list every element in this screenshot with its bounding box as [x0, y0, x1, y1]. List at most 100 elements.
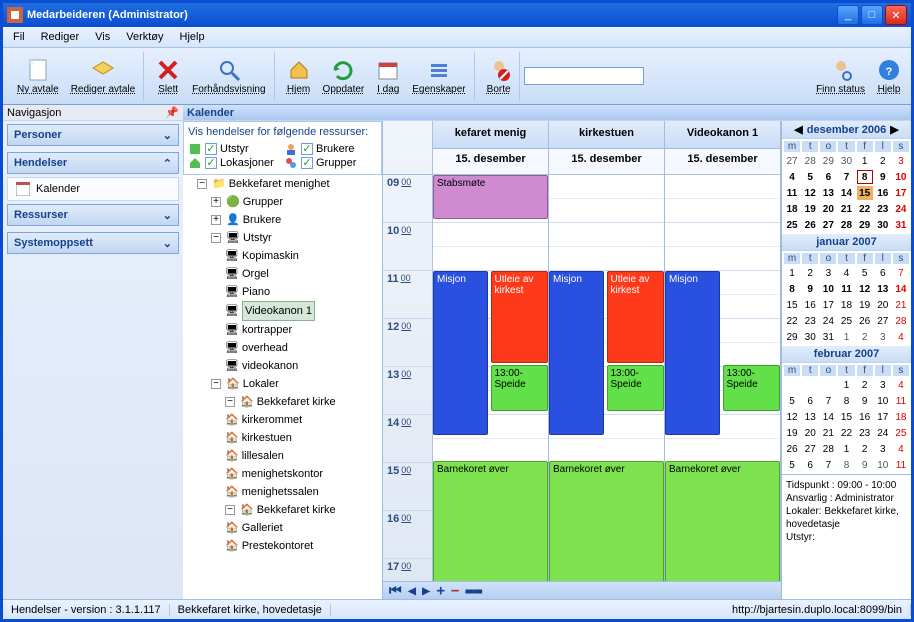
- tree-utstyr-item[interactable]: 🖥 kortrapper: [225, 321, 382, 339]
- lokasjoner-checkbox[interactable]: [205, 157, 217, 169]
- month-next-icon: ▶: [890, 123, 898, 136]
- hjem-button[interactable]: Hjem: [283, 56, 315, 97]
- prev-button[interactable]: ◀: [408, 583, 416, 599]
- egenskaper-button[interactable]: Egenskaper: [408, 56, 469, 97]
- borte-button[interactable]: Borte: [483, 56, 515, 97]
- brukere-checkbox[interactable]: [301, 143, 313, 155]
- event-detail: Tidspunkt : 09:00 - 10:00Ansvarlig : Adm…: [782, 474, 911, 548]
- tree-utstyr-item[interactable]: 🖥 Videokanon 1: [225, 301, 382, 321]
- utstyr-checkbox[interactable]: [205, 143, 217, 155]
- app-icon: [7, 7, 23, 23]
- status-version: Hendelser - version : 3.1.1.117: [3, 604, 170, 616]
- menu-verktoy[interactable]: Verktøy: [120, 31, 169, 43]
- tree-utstyr-item[interactable]: 🖥 Piano: [225, 283, 382, 301]
- house-icon: [188, 156, 202, 170]
- month-nav-jan: januar 2007: [782, 234, 911, 251]
- tree-lokaler-item[interactable]: 🏠 kirkestuen: [225, 429, 382, 447]
- tree-utstyr-item[interactable]: 🖥 Orgel: [225, 265, 382, 283]
- tree-lokaler-item[interactable]: −🏠 Bekkefaret kirke: [225, 501, 382, 519]
- nav-header: Navigasjon 📌: [3, 105, 183, 121]
- tree-lokaler-item[interactable]: 🏠 kirkerommet: [225, 411, 382, 429]
- sidebar-hendelser[interactable]: Hendelser⌃: [7, 152, 179, 174]
- menubar: Fil Rediger Vis Verktøy Hjelp: [3, 27, 911, 47]
- ny-avtale-button[interactable]: Ny avtale: [13, 56, 63, 97]
- calendar-event[interactable]: 13:00-Speide: [723, 365, 781, 411]
- calendar-event[interactable]: 13:00-Speide: [607, 365, 665, 411]
- tree-lokaler-item[interactable]: −🏠 Bekkefaret kirke: [225, 393, 382, 411]
- tree-panel: Vis hendelser for følgende ressurser: Ut…: [183, 121, 383, 599]
- mini-calendar-panel: ◀desember 2006▶ mtotfls27282930123456789…: [781, 121, 911, 599]
- rediger-avtale-button[interactable]: Rediger avtale: [67, 56, 139, 97]
- status-url: http://bjartesin.duplo.local:8099/bin: [724, 604, 911, 616]
- calendar-event[interactable]: Misjon: [665, 271, 720, 435]
- finn-status-button[interactable]: Finn status: [812, 56, 869, 97]
- day-column-0[interactable]: kefaret menig 15. desember StabsmøteMisj…: [433, 121, 549, 581]
- calendar-event[interactable]: Barnekoret øver: [665, 461, 780, 581]
- sidebar-ressurser[interactable]: Ressurser⌄: [7, 204, 179, 226]
- remove-button[interactable]: −: [451, 583, 459, 599]
- search-input[interactable]: [524, 67, 644, 85]
- mini-calendar-dec[interactable]: mtotfls272829301234567891011121314151617…: [782, 139, 911, 234]
- titlebar: Medarbeideren (Administrator) _ □ ✕: [3, 3, 911, 27]
- calendar-event[interactable]: Misjon: [433, 271, 488, 435]
- maximize-button[interactable]: □: [861, 5, 883, 25]
- calendar-event[interactable]: Barnekoret øver: [433, 461, 548, 581]
- next-button[interactable]: ▶: [422, 583, 430, 599]
- app-window: Medarbeideren (Administrator) _ □ ✕ Fil …: [0, 0, 914, 622]
- oppdater-button[interactable]: Oppdater: [319, 56, 369, 97]
- tree-utstyr-item[interactable]: 🖥 overhead: [225, 339, 382, 357]
- slider-icon[interactable]: ▬▬: [465, 583, 482, 599]
- add-button[interactable]: +: [436, 583, 444, 599]
- menu-vis[interactable]: Vis: [89, 31, 116, 43]
- sidebar-personer[interactable]: Personer⌄: [7, 124, 179, 146]
- calendar-event[interactable]: Misjon: [549, 271, 604, 435]
- menu-hjelp[interactable]: Hjelp: [174, 31, 211, 43]
- resource-filter: Vis hendelser for følgende ressurser: Ut…: [183, 121, 382, 175]
- forhandsvisning-button[interactable]: Forhåndsvisning: [188, 56, 269, 97]
- tree-lokaler-item[interactable]: 🏠 menighetssalen: [225, 483, 382, 501]
- grupper-checkbox[interactable]: [301, 157, 313, 169]
- window-title: Medarbeideren (Administrator): [27, 9, 835, 21]
- calendar-grid: 090010001100120013001400150016001700 kef…: [383, 121, 781, 599]
- calendar-event[interactable]: Barnekoret øver: [549, 461, 664, 581]
- calendar-event[interactable]: 13:00-Speide: [491, 365, 549, 411]
- pin-icon[interactable]: 📌: [165, 106, 179, 119]
- sidebar: Personer⌄ Hendelser⌃ Kalender Ressurser⌄…: [3, 121, 183, 599]
- calendar-nav: ⏮ ◀ ▶ + − ▬▬: [383, 581, 781, 599]
- cube-icon: [188, 142, 202, 156]
- calendar-icon: [16, 182, 30, 196]
- resource-tree[interactable]: −📁 Bekkefaret menighet +🟢 Grupper +👤 Bru…: [183, 175, 382, 599]
- sidebar-systemoppsett[interactable]: Systemoppsett⌄: [7, 232, 179, 254]
- month-prev-icon: ◀: [794, 123, 802, 136]
- calendar-event[interactable]: Utleie av kirkest: [607, 271, 665, 363]
- calendar-event[interactable]: Utleie av kirkest: [491, 271, 549, 363]
- close-button[interactable]: ✕: [885, 5, 907, 25]
- tree-utstyr-item[interactable]: 🖥 Kopimaskin: [225, 247, 382, 265]
- tree-utstyr-item[interactable]: 🖥 videokanon: [225, 357, 382, 375]
- kalender-header: Kalender: [183, 105, 911, 121]
- menu-rediger[interactable]: Rediger: [35, 31, 86, 43]
- day-column-1[interactable]: kirkestuen 15. desember MisjonUtleie av …: [549, 121, 665, 581]
- status-location: Bekkefaret kirke, hovedetasje: [170, 604, 331, 616]
- statusbar: Hendelser - version : 3.1.1.117 Bekkefar…: [3, 599, 911, 619]
- day-column-2[interactable]: Videokanon 1 15. desember Misjon13:00-Sp…: [665, 121, 781, 581]
- month-nav-dec[interactable]: ◀desember 2006▶: [782, 121, 911, 139]
- tree-lokaler-item[interactable]: 🏠 Galleriet: [225, 519, 382, 537]
- idag-button[interactable]: I dag: [372, 56, 404, 97]
- calendar-event[interactable]: Stabsmøte: [433, 175, 548, 219]
- mini-calendar-feb[interactable]: mtotfls123456789101112131415161718192021…: [782, 363, 911, 474]
- svg-text:?: ?: [886, 66, 893, 78]
- mini-calendar-jan[interactable]: mtotfls123456789101112131415161718192021…: [782, 251, 911, 346]
- toolbar: Ny avtale Rediger avtale Slett Forhåndsv…: [3, 47, 911, 105]
- tree-lokaler-item[interactable]: 🏠 Prestekontoret: [225, 537, 382, 555]
- hjelp-button[interactable]: ?Hjelp: [873, 56, 905, 97]
- first-button[interactable]: ⏮: [389, 583, 402, 599]
- tree-lokaler-item[interactable]: 🏠 menighetskontor: [225, 465, 382, 483]
- menu-fil[interactable]: Fil: [7, 31, 31, 43]
- sidebar-kalender[interactable]: Kalender: [7, 177, 179, 201]
- slett-button[interactable]: Slett: [152, 56, 184, 97]
- time-column: 090010001100120013001400150016001700: [383, 121, 433, 581]
- tree-lokaler-item[interactable]: 🏠 lillesalen: [225, 447, 382, 465]
- group-icon: [284, 156, 298, 170]
- minimize-button[interactable]: _: [837, 5, 859, 25]
